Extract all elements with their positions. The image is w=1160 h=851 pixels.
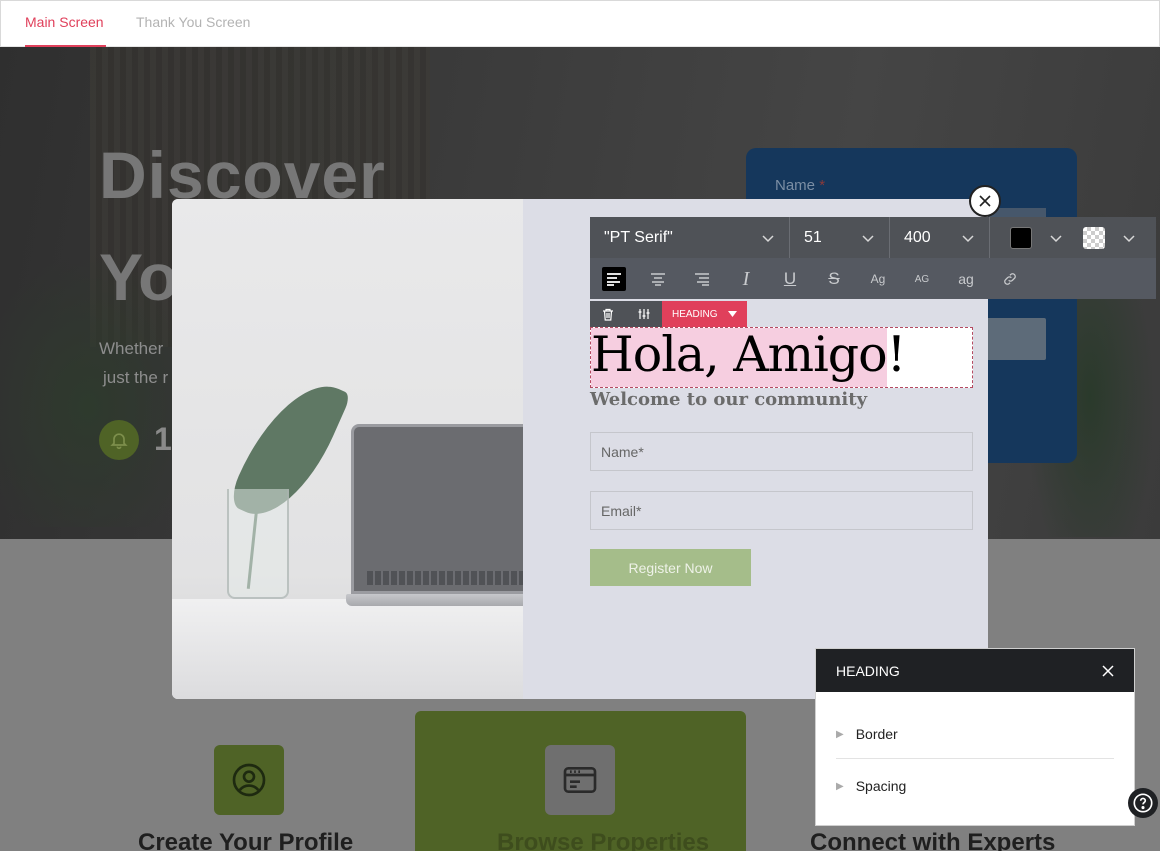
hero-text-line2: just the r — [103, 368, 169, 387]
background-color-swatch[interactable] — [1083, 227, 1105, 249]
close-icon — [979, 195, 991, 207]
align-right-icon — [695, 273, 709, 286]
chevron-down-icon — [962, 234, 974, 242]
italic-icon: I — [742, 267, 750, 290]
align-right-button[interactable] — [690, 267, 714, 291]
element-type-label: HEADING — [672, 308, 718, 320]
panel-title: HEADING — [836, 662, 900, 679]
font-weight-value: 400 — [904, 228, 931, 246]
lowercase-button[interactable]: ag — [954, 267, 978, 291]
font-size-select[interactable]: 51 — [790, 217, 890, 258]
panel-section-label: Border — [855, 726, 898, 742]
element-action-bar: HEADING — [590, 301, 747, 327]
chevron-down-icon[interactable] — [1049, 231, 1063, 245]
uppercase-button[interactable]: AG — [910, 267, 934, 291]
link-icon — [1004, 273, 1016, 285]
underline-icon: U — [783, 269, 797, 288]
toolbar-row-font: "PT Serif" 51 400 — [590, 217, 1156, 258]
triangle-right-icon: ▶ — [836, 728, 844, 740]
photo-vase — [227, 489, 289, 599]
register-now-button[interactable]: Register Now — [590, 549, 751, 586]
hero-text-line1: Whether — [99, 339, 164, 358]
email-placeholder: Email* — [601, 502, 642, 519]
feature-title-profile: Create Your Profile — [138, 829, 354, 851]
chevron-down-icon[interactable] — [1122, 231, 1136, 245]
sliders-icon — [638, 309, 650, 319]
tab-thank-you-screen[interactable]: Thank You Screen — [136, 14, 250, 30]
panel-header: HEADING — [816, 649, 1134, 692]
align-center-icon — [651, 273, 665, 286]
popup-photo — [172, 199, 523, 699]
photo-laptop-keys — [367, 571, 523, 585]
help-button[interactable] — [1128, 788, 1158, 818]
photo-desk — [172, 599, 523, 699]
email-field[interactable]: Email* — [590, 491, 973, 530]
trash-icon — [603, 308, 613, 321]
triangle-right-icon: ▶ — [836, 780, 844, 792]
side-form-name-label: Name * — [775, 177, 826, 194]
panel-section-label: Spacing — [855, 778, 907, 794]
photo-laptop-screen — [351, 424, 523, 594]
link-button[interactable] — [998, 267, 1022, 291]
strikethrough-icon: S — [828, 269, 840, 288]
feature-icon-browse — [545, 745, 615, 815]
photo-laptop-base — [346, 594, 523, 606]
caret-down-icon — [727, 311, 737, 317]
bell-icon — [110, 433, 128, 450]
text-toolbar: "PT Serif" 51 400 I U S Ag AG ag — [590, 217, 1156, 299]
panel-section-spacing[interactable]: ▶ Spacing — [836, 761, 1114, 811]
chevron-down-icon — [762, 234, 774, 242]
font-family-value: "PT Serif" — [604, 228, 673, 246]
font-size-value: 51 — [804, 228, 822, 246]
screen-tabs: Main Screen Thank You Screen — [0, 0, 1160, 47]
align-left-icon — [607, 273, 621, 286]
align-left-button[interactable] — [602, 267, 626, 291]
delete-element-button[interactable] — [590, 301, 626, 327]
font-weight-select[interactable]: 400 — [890, 217, 990, 258]
name-placeholder: Name* — [601, 443, 644, 460]
strikethrough-button[interactable]: S — [822, 267, 846, 291]
hero-title-line2: Yo — [99, 240, 179, 314]
element-type-tag[interactable]: HEADING — [662, 301, 747, 327]
chevron-down-icon — [862, 234, 874, 242]
uppercase-label: AG — [914, 273, 930, 285]
bell-badge — [99, 420, 139, 460]
element-settings-button[interactable] — [626, 301, 662, 327]
align-center-button[interactable] — [646, 267, 670, 291]
feature-title-experts: Connect with Experts — [810, 829, 1056, 851]
lowercase-label: ag — [958, 271, 974, 287]
feature-title-browse: Browse Properties — [497, 829, 710, 851]
close-icon[interactable] — [1102, 664, 1114, 677]
capitalize-button[interactable]: Ag — [866, 267, 890, 291]
underline-button[interactable]: U — [778, 267, 802, 291]
panel-divider — [836, 758, 1114, 759]
tab-main-screen[interactable]: Main Screen — [25, 14, 104, 30]
text-color-swatch[interactable] — [1010, 227, 1032, 249]
feature-icon-profile — [214, 745, 284, 815]
toolbar-row-format: I U S Ag AG ag — [590, 258, 1156, 299]
popup-heading[interactable]: Hola, Amigo! — [591, 326, 906, 383]
italic-button[interactable]: I — [734, 267, 758, 291]
name-field[interactable]: Name* — [590, 432, 973, 471]
heading-element[interactable]: Hola, Amigo! — [590, 326, 973, 388]
question-circle-icon — [1133, 793, 1153, 813]
browser-window-icon — [563, 767, 597, 793]
popup-subheading[interactable]: Welcome to our community — [590, 389, 867, 410]
font-family-select[interactable]: "PT Serif" — [590, 217, 790, 258]
heading-settings-panel: HEADING ▶ Border ▶ Spacing — [815, 648, 1135, 826]
panel-section-border[interactable]: ▶ Border — [836, 709, 1114, 759]
side-form-button — [986, 318, 1046, 360]
modal-close-button[interactable] — [969, 185, 1001, 217]
capitalize-label: Ag — [870, 272, 886, 286]
user-circle-icon — [232, 763, 266, 797]
